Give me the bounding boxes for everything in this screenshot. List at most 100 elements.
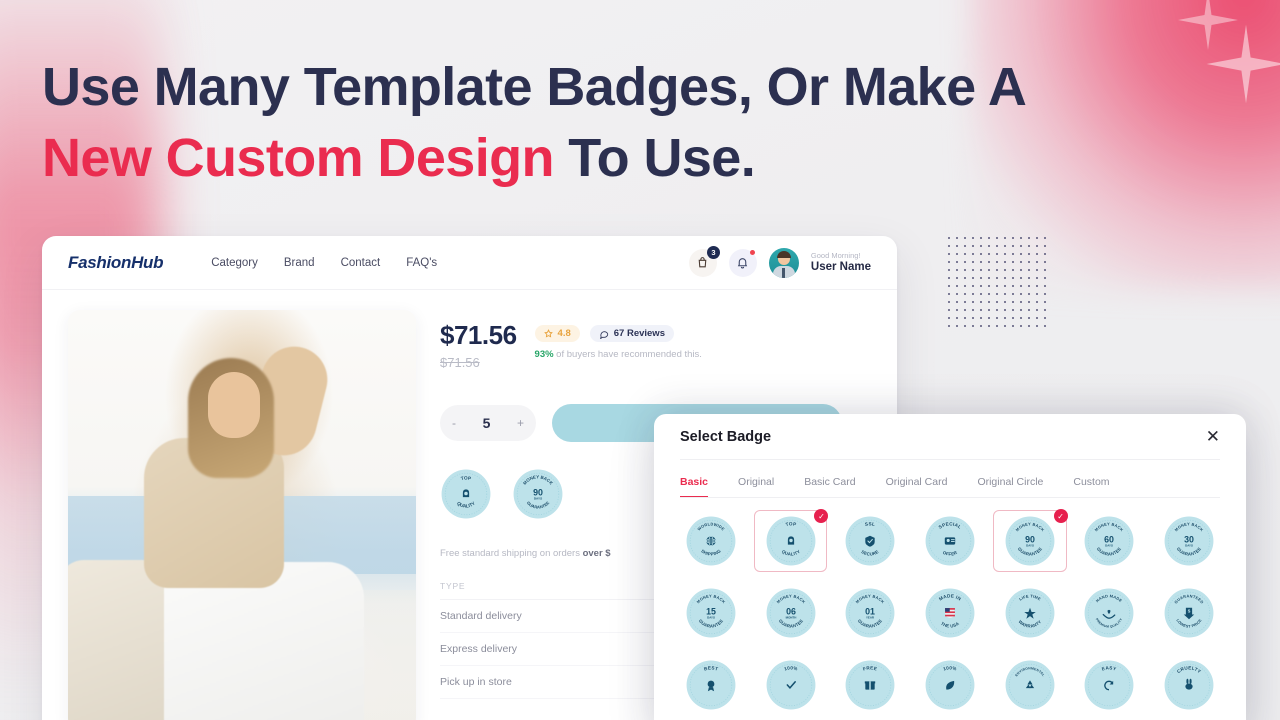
quantity-value: 5 — [482, 415, 491, 431]
badge-option-money-back-06-guarantee[interactable]: MONEY BACK GUARANTEE 06 MONTH — [754, 582, 828, 644]
brand-logo[interactable]: FashionHub — [68, 253, 164, 273]
nav-item-contact[interactable]: Contact — [341, 257, 381, 269]
svg-text:DAYS: DAYS — [1106, 544, 1114, 548]
tab-original[interactable]: Original — [738, 476, 774, 498]
tab-original-circle[interactable]: Original Circle — [977, 476, 1043, 498]
badge-option-money-back-01-guarantee[interactable]: MONEY BACK GUARANTEE 01 YEAR — [833, 582, 907, 644]
quantity-decrement[interactable]: - — [452, 416, 456, 430]
badge-graphic: MONEY BACK GUARANTEE 90 DAYS — [1004, 515, 1056, 567]
selected-check-icon: ✓ — [1053, 509, 1068, 523]
notification-dot — [749, 249, 755, 255]
nav-item-category[interactable]: Category — [211, 257, 258, 269]
notifications-button[interactable] — [728, 248, 757, 277]
modal-header: Select Badge ✕ — [654, 414, 1246, 445]
badge-top-quality[interactable]: TOP QUALITY — [440, 468, 492, 520]
badge-option-easy[interactable]: EASY — [1073, 654, 1147, 716]
greeting-text: Good Morning! — [810, 250, 861, 260]
badge-graphic: MADE IN THE USA — [924, 587, 976, 639]
tab-original-card[interactable]: Original Card — [886, 476, 948, 498]
badge-option-special-offer[interactable]: SPECIAL OFFER — [913, 510, 987, 572]
svg-text:TOP: TOP — [460, 475, 471, 481]
headline-line-1: Use Many Template Badges, Or Make A — [42, 57, 1027, 117]
badge-option-best[interactable]: BEST — [674, 654, 748, 716]
svg-text:01: 01 — [865, 607, 875, 617]
badge-option-top-quality[interactable]: TOP QUALITY ✓ — [753, 509, 829, 572]
badge-option-cruelty[interactable]: CRUELTY — [1152, 654, 1226, 716]
nav-item-faqs[interactable]: FAQ's — [406, 257, 437, 269]
badge-option-money-back-15-guarantee[interactable]: MONEY BACK GUARANTEE 15 DAYS — [674, 582, 748, 644]
tab-basic-card[interactable]: Basic Card — [804, 476, 855, 498]
tab-basic[interactable]: Basic — [680, 476, 709, 498]
user-name: User Name — [810, 261, 871, 273]
nav-item-brand[interactable]: Brand — [284, 257, 315, 269]
close-icon[interactable]: ✕ — [1206, 428, 1220, 445]
quantity-increment[interactable]: + — [517, 416, 524, 430]
badge-graphic: LIFE TIME WARRANTY — [1004, 587, 1056, 639]
badge-option-money-back-60-guarantee[interactable]: MONEY BACK GUARANTEE 60 DAYS — [1073, 510, 1147, 572]
rating-chips: 4.8 67 Reviews — [534, 320, 871, 342]
badge-graphic: HAND MADE PREMIUM QUALITY — [1083, 587, 1135, 639]
svg-text:30: 30 — [1184, 535, 1194, 545]
badge-option-money-back-90-guarantee[interactable]: MONEY BACK GUARANTEE 90 DAYS ✓ — [992, 509, 1068, 572]
page-title: Use Many Template Badges, Or Make A New … — [42, 52, 1152, 195]
badge-graphic: SSL SECURE — [844, 515, 896, 567]
badge-option-environmental[interactable]: ENVIRONMENTAL — [993, 654, 1067, 716]
selected-check-icon: ✓ — [814, 509, 829, 523]
avatar[interactable] — [768, 247, 799, 278]
badge-graphic: EASY — [1083, 659, 1135, 711]
badge-graphic: GUARANTEED LOWEST PRICE $ — [1163, 587, 1215, 639]
badge-option-free[interactable]: FREE — [833, 654, 907, 716]
select-badge-modal: Select Badge ✕ Basic Original Basic Card… — [654, 414, 1246, 720]
recommend-percent: 93% — [534, 349, 554, 360]
badge-graphic: 100% — [765, 659, 817, 711]
svg-text:DAYS: DAYS — [1026, 544, 1034, 548]
user-greeting-block: Good Morning! User Name — [811, 251, 871, 275]
badge-graphic: 100% — [924, 659, 976, 711]
rating-badge[interactable]: 4.8 — [534, 325, 580, 342]
product-price: $71.56 — [440, 320, 517, 350]
recommend-copy: of buyers have recommended this. — [553, 349, 702, 360]
bell-icon — [738, 258, 748, 269]
svg-text:YEAR: YEAR — [866, 616, 875, 620]
cart-button[interactable]: 3 — [688, 245, 720, 277]
badge-option-guaranteed-lowest-price[interactable]: GUARANTEED LOWEST PRICE $ — [1152, 582, 1226, 644]
badge-option-made-in-the-usa[interactable]: MADE IN THE USA — [913, 582, 987, 644]
shipping-note-bold: over $ — [582, 548, 611, 559]
svg-text:$: $ — [1188, 608, 1191, 613]
svg-text:MONTH: MONTH — [785, 616, 796, 620]
badge-graphic: WORLDWIDE SHIPPING — [685, 515, 737, 567]
badge-graphic: ENVIRONMENTAL — [1004, 659, 1056, 711]
tab-custom[interactable]: Custom — [1073, 476, 1109, 498]
headline-accent: New Custom Design — [42, 128, 554, 189]
badge-option-hand-made-premium-quality[interactable]: HAND MADE PREMIUM QUALITY — [1073, 582, 1147, 644]
svg-text:90: 90 — [533, 488, 543, 498]
reviews-badge[interactable]: 67 Reviews — [589, 325, 674, 342]
svg-text:15: 15 — [706, 607, 716, 617]
badge-grid: WORLDWIDE SHIPPING TOP QUALITY ✓ SSL SEC… — [654, 498, 1246, 716]
product-image[interactable] — [68, 310, 416, 720]
svg-text:DAYS: DAYS — [534, 497, 542, 501]
badge-option-100[interactable]: 100% — [754, 654, 828, 716]
quantity-stepper[interactable]: - 5 + — [440, 405, 536, 441]
rating-value: 4.8 — [557, 328, 571, 339]
badge-option-worldwide-shipping[interactable]: WORLDWIDE SHIPPING — [674, 510, 748, 572]
badge-graphic: MONEY BACK GUARANTEE 01 YEAR — [844, 587, 896, 639]
badge-graphic: BEST — [685, 659, 737, 711]
badge-option-money-back-30-guarantee[interactable]: MONEY BACK GUARANTEE 30 DAYS — [1152, 510, 1226, 572]
comment-icon — [599, 330, 608, 339]
badge-option-life-time-warranty[interactable]: LIFE TIME WARRANTY — [993, 582, 1067, 644]
badge-option-100[interactable]: 100% — [913, 654, 987, 716]
badge-graphic: FREE — [844, 659, 896, 711]
badge-graphic: MONEY BACK GUARANTEE 60 DAYS — [1083, 515, 1135, 567]
nav-links: Category Brand Contact FAQ's — [211, 257, 437, 269]
badge-money-back-90[interactable]: MONEY BACK GUARANTEE 90 DAYS — [512, 468, 564, 520]
shopping-bag-icon — [699, 257, 707, 268]
svg-text:90: 90 — [1025, 535, 1035, 545]
product-price-original: $71.56 — [440, 355, 480, 370]
cart-count-badge: 3 — [706, 245, 720, 259]
svg-text:06: 06 — [786, 607, 796, 617]
badge-option-ssl-secure[interactable]: SSL SECURE — [833, 510, 907, 572]
badge-graphic: SPECIAL OFFER — [924, 515, 976, 567]
svg-text:60: 60 — [1105, 535, 1115, 545]
svg-text:SSL: SSL — [865, 521, 876, 527]
